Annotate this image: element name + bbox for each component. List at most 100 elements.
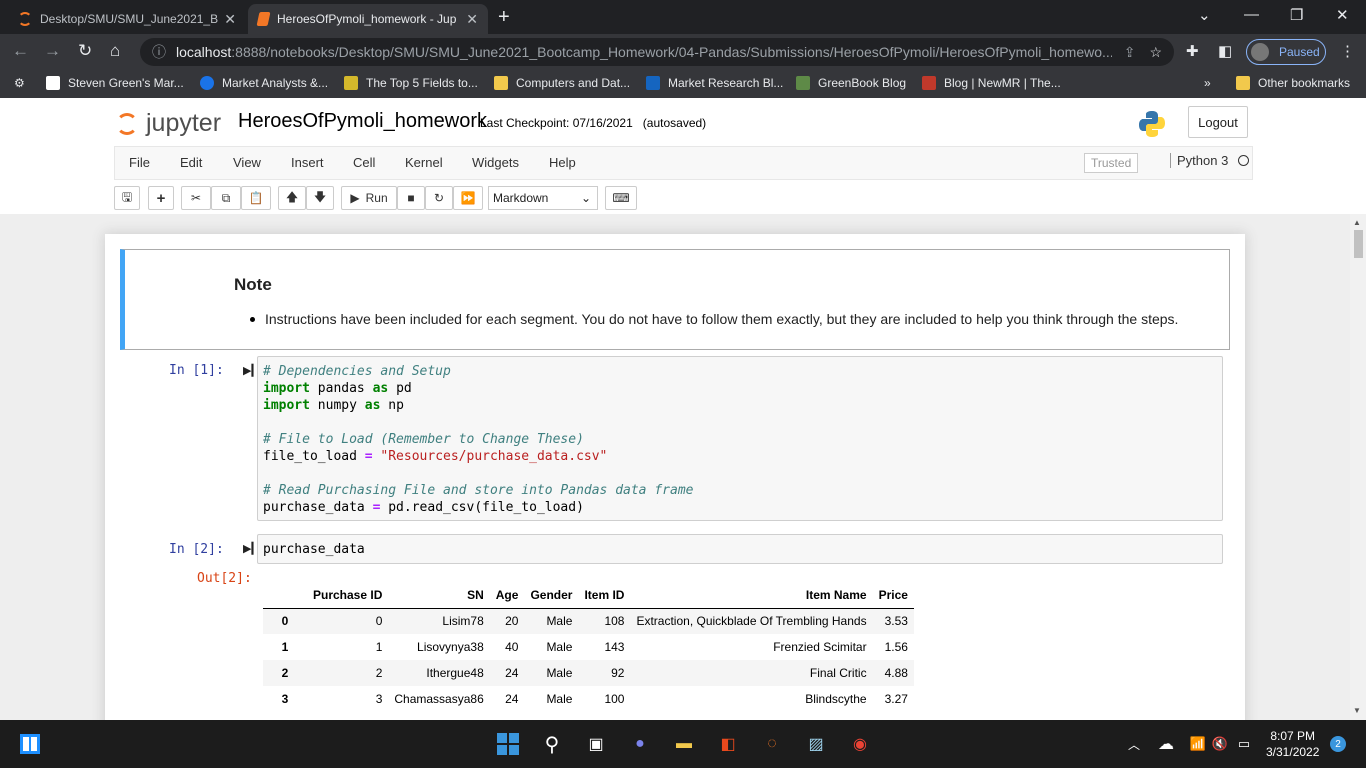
bookmark-item[interactable]: GreenBook Blog xyxy=(796,76,906,90)
profile-button[interactable]: Paused xyxy=(1246,39,1326,65)
file-explorer-icon[interactable]: ▬ xyxy=(672,732,696,756)
apps-icon[interactable]: ⚙ xyxy=(14,76,25,90)
table-row: 3 3 Chamassasya86 24 Male 100 Blindscythe 3.27 xyxy=(281,692,908,706)
chrome-icon[interactable]: ◉ xyxy=(848,732,872,756)
scroll-thumb[interactable] xyxy=(1354,230,1363,258)
wix-icon xyxy=(46,76,60,90)
side-panel-icon[interactable]: ◧ xyxy=(1218,42,1232,60)
close-tab-icon[interactable]: ✕ xyxy=(466,11,478,28)
office-icon[interactable]: ◧ xyxy=(716,732,740,756)
bookmark-item[interactable]: Steven Green's Mar... xyxy=(46,76,184,90)
forward-icon[interactable]: → xyxy=(44,41,61,61)
folder-icon xyxy=(1236,76,1250,90)
tab-strip: Desktop/SMU/SMU_June2021_Bo ✕ HeroesOfPy… xyxy=(0,0,1366,34)
table-row: 2 2 Ithergue48 24 Male 92 Final Critic 4.88 xyxy=(263,660,914,686)
menu-view[interactable]: View xyxy=(233,155,261,170)
clock[interactable]: 8:07 PM 3/31/2022 xyxy=(1266,728,1319,760)
bookmark-item[interactable]: Market Analysts &... xyxy=(200,76,328,90)
jupyter-logo[interactable]: jupyter xyxy=(116,109,221,138)
menu-edit[interactable]: Edit xyxy=(180,155,202,170)
cut-button[interactable]: ✂ xyxy=(181,186,211,210)
restart-button[interactable]: ↻ xyxy=(425,186,453,210)
browser-tab-notebook[interactable]: HeroesOfPymoli_homework - Jup ✕ xyxy=(248,4,488,34)
avatar xyxy=(1251,43,1269,61)
menu-widgets[interactable]: Widgets xyxy=(472,155,519,170)
trusted-indicator[interactable]: Trusted xyxy=(1084,153,1139,173)
scroll-up-icon[interactable]: ▲ xyxy=(1353,218,1361,227)
wifi-icon[interactable]: 📶 xyxy=(1186,732,1210,756)
tab-title: HeroesOfPymoli_homework - Jup xyxy=(277,12,457,26)
notification-badge[interactable]: 2 xyxy=(1330,736,1346,752)
photos-icon[interactable]: ▨ xyxy=(804,732,828,756)
bookmark-item[interactable]: Computers and Dat... xyxy=(494,76,630,90)
bookmarks-bar: ⚙ Steven Green's Mar... Market Analysts … xyxy=(0,70,1366,98)
python-logo-icon xyxy=(1139,111,1165,137)
restart-run-all-button[interactable]: ⏩ xyxy=(453,186,483,210)
run-button[interactable]: ▶ Run xyxy=(341,186,397,210)
tab-search-icon[interactable]: ⌄ xyxy=(1198,6,1211,24)
menu-file[interactable]: File xyxy=(129,155,150,170)
battery-icon[interactable]: ▭ xyxy=(1232,732,1256,756)
jupyter-app-icon[interactable]: ◌ xyxy=(760,732,784,756)
markdown-cell[interactable]: Note Instructions have been included for… xyxy=(120,249,1230,350)
save-button[interactable]: 🖫 xyxy=(114,186,140,210)
bookmark-item[interactable]: Blog | NewMR | The... xyxy=(922,76,1061,90)
chat-icon[interactable]: ● xyxy=(628,732,652,756)
command-palette-button[interactable]: ⌨ xyxy=(605,186,637,210)
newmr-icon xyxy=(922,76,936,90)
home-icon[interactable]: ⌂ xyxy=(110,41,120,61)
code-cell-2[interactable]: purchase_data xyxy=(257,534,1223,564)
menu-kernel[interactable]: Kernel xyxy=(405,155,443,170)
close-window-icon[interactable]: ✕ xyxy=(1336,6,1349,24)
note-heading: Note xyxy=(234,275,272,294)
code-cell-1[interactable]: # Dependencies and Setup import pandas a… xyxy=(257,356,1223,521)
extensions-icon[interactable]: ✚ xyxy=(1186,42,1199,60)
new-tab-icon[interactable]: + xyxy=(498,6,510,29)
vertical-scrollbar[interactable]: ▲ ▼ xyxy=(1350,214,1366,720)
menu-cell[interactable]: Cell xyxy=(353,155,375,170)
minimize-icon[interactable]: — xyxy=(1244,6,1259,23)
share-icon[interactable]: ⇪ xyxy=(1124,44,1136,61)
notebook-name[interactable]: HeroesOfPymoli_homework xyxy=(238,110,487,133)
bookmark-star-icon[interactable]: ☆ xyxy=(1149,44,1162,61)
task-view-icon[interactable] xyxy=(18,732,42,756)
search-icon[interactable]: ⚲ xyxy=(540,732,564,756)
scroll-down-icon[interactable]: ▼ xyxy=(1353,706,1361,715)
jupyter-logo-icon xyxy=(116,112,138,135)
browser-tab-desktop[interactable]: Desktop/SMU/SMU_June2021_Bo ✕ xyxy=(8,4,246,34)
cell-type-select[interactable]: Markdown ⌄ xyxy=(488,186,598,210)
profile-status: Paused xyxy=(1279,45,1320,59)
task-switch-icon[interactable]: ▣ xyxy=(584,732,608,756)
back-icon[interactable]: ← xyxy=(12,41,29,61)
menu-help[interactable]: Help xyxy=(549,155,576,170)
insert-cell-button[interactable]: + xyxy=(148,186,174,210)
close-tab-icon[interactable]: ✕ xyxy=(224,11,236,28)
address-bar[interactable]: ⓘ localhost:8888/notebooks/Desktop/SMU/S… xyxy=(140,38,1174,66)
logout-button[interactable]: Logout xyxy=(1188,106,1248,138)
paste-button[interactable]: 📋 xyxy=(241,186,271,210)
restore-icon[interactable]: ❐ xyxy=(1290,6,1303,24)
menu-insert[interactable]: Insert xyxy=(291,155,324,170)
interrupt-button[interactable]: ■ xyxy=(397,186,425,210)
windows-start-icon[interactable] xyxy=(496,732,520,756)
chevron-up-icon[interactable]: ︿ xyxy=(1122,732,1146,756)
site-info-icon[interactable]: ⓘ xyxy=(152,42,166,62)
table-header-row: Purchase ID SN Age Gender Item ID Item N… xyxy=(263,582,914,609)
move-down-button[interactable]: 🡇 xyxy=(306,186,334,210)
cloud-icon[interactable]: ☁ xyxy=(1154,732,1178,756)
url-text: localhost:8888/notebooks/Desktop/SMU/SMU… xyxy=(176,44,1112,60)
bookmark-item[interactable]: The Top 5 Fields to... xyxy=(344,76,478,90)
menu-icon[interactable]: ⋮ xyxy=(1340,42,1355,60)
copy-button[interactable]: ⧉ xyxy=(211,186,241,210)
bookmark-item[interactable]: Market Research Bl... xyxy=(646,76,783,90)
move-up-button[interactable]: 🡅 xyxy=(278,186,306,210)
reload-icon[interactable]: ↻ xyxy=(78,41,92,61)
kernel-idle-icon xyxy=(1238,155,1250,166)
volume-icon[interactable]: 🔇 xyxy=(1208,732,1232,756)
greenbook-icon xyxy=(796,76,810,90)
more-bookmarks-icon[interactable]: » xyxy=(1204,76,1211,90)
site-icon xyxy=(646,76,660,90)
output-prompt: Out[2]: xyxy=(197,571,252,586)
browser-toolbar: ← → ↻ ⌂ ⓘ localhost:8888/notebooks/Deskt… xyxy=(0,34,1366,70)
other-bookmarks[interactable]: Other bookmarks xyxy=(1236,76,1350,90)
